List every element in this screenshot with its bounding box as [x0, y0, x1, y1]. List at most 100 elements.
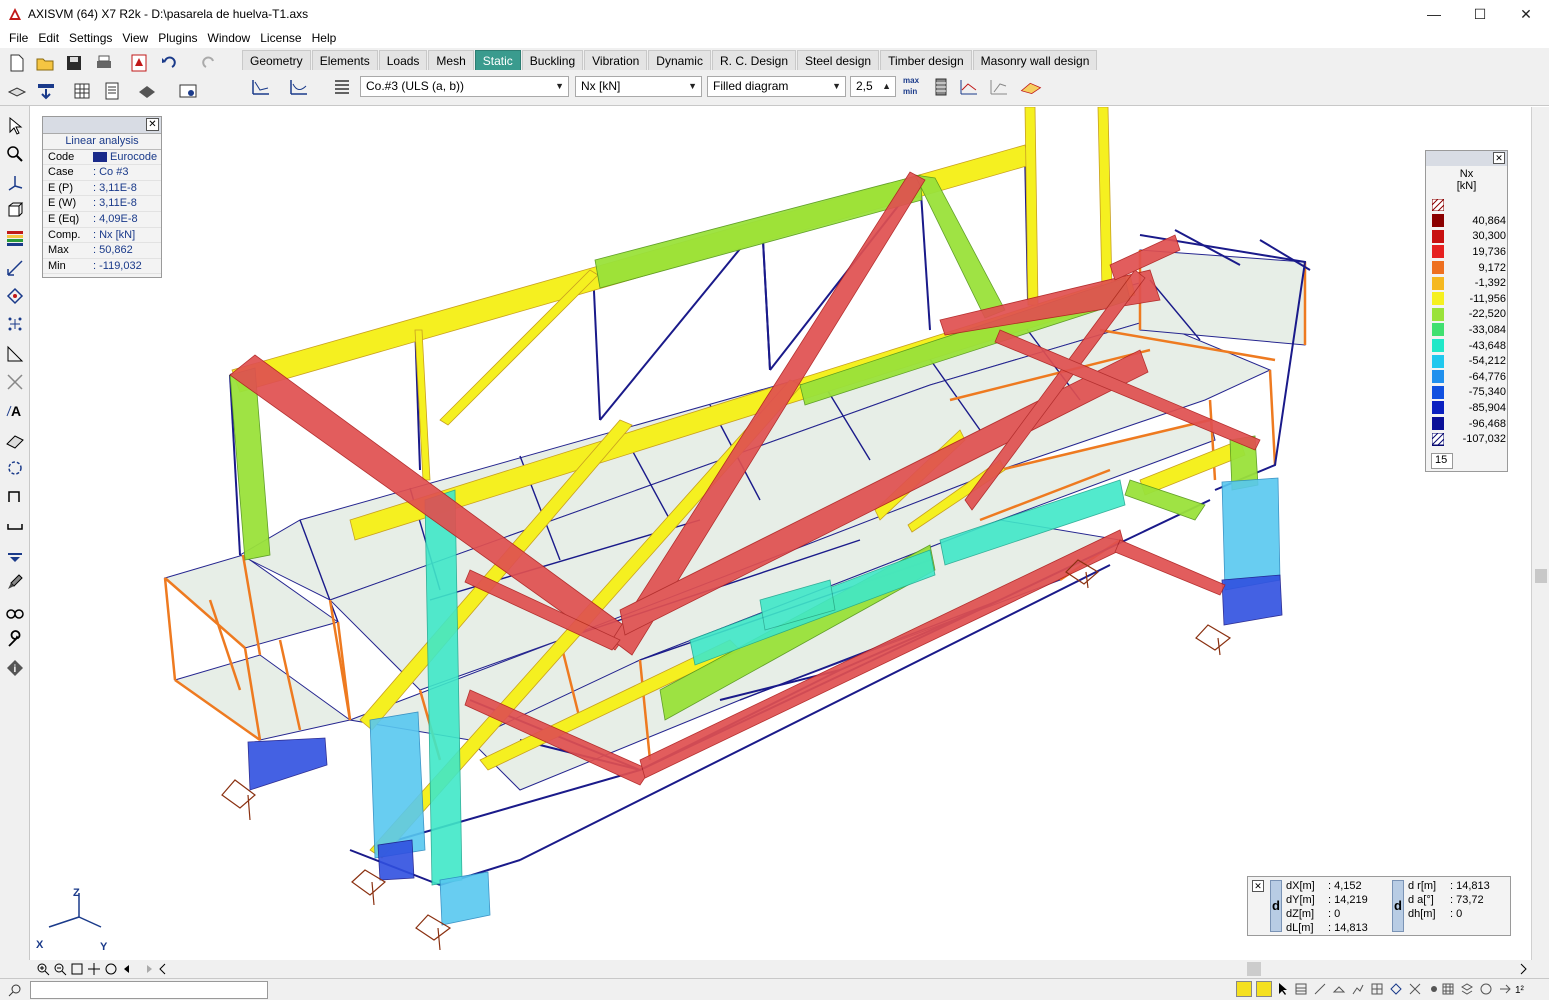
menu-view[interactable]: View: [117, 31, 153, 45]
redo-view-icon[interactable]: [141, 962, 155, 976]
measure-icon[interactable]: [5, 344, 25, 364]
display-mode-select[interactable]: Filled diagram ▼: [707, 76, 846, 97]
load-case-select[interactable]: Co.#3 (ULS (a, b)) ▼: [360, 76, 569, 97]
list-icon[interactable]: [331, 76, 353, 98]
search-icon[interactable]: [8, 983, 22, 997]
coordinate-axes-icon[interactable]: [5, 172, 25, 192]
diagram-linear-icon[interactable]: [250, 76, 272, 98]
command-search-input[interactable]: [30, 981, 268, 999]
color-legend-panel[interactable]: ✕ Nx [kN] 40,864 30,300 19,736 9,172 -1,392 -…: [1425, 150, 1508, 472]
orbit-icon[interactable]: [1479, 982, 1493, 996]
menu-license[interactable]: License: [255, 31, 306, 45]
model-viewport[interactable]: Z X Y: [31, 107, 1531, 960]
surface-3d-icon[interactable]: [1020, 76, 1042, 98]
select-arrow-icon[interactable]: [5, 116, 25, 136]
tab-rc-design[interactable]: R. C. Design: [711, 50, 797, 70]
close-button[interactable]: ✕: [1503, 0, 1549, 28]
units-icon[interactable]: 1²: [1514, 982, 1534, 996]
vertical-scrollbar[interactable]: [1531, 107, 1549, 960]
pdf-icon[interactable]: [128, 52, 150, 74]
diagram-curve-icon[interactable]: [288, 76, 310, 98]
grid-snap-icon[interactable]: [5, 314, 25, 334]
close-icon[interactable]: ✕: [146, 118, 159, 131]
undo-icon[interactable]: [158, 52, 180, 74]
maximize-button[interactable]: ☐: [1457, 0, 1503, 28]
snap-settings-icon[interactable]: [1427, 982, 1441, 996]
section-lines-icon[interactable]: [988, 76, 1010, 98]
snap-node-toggle[interactable]: [1236, 981, 1252, 997]
color-legend-icon[interactable]: [930, 76, 952, 98]
menu-settings[interactable]: Settings: [64, 31, 117, 45]
tab-steel-design[interactable]: Steel design: [797, 50, 880, 70]
tab-dynamic[interactable]: Dynamic: [648, 50, 711, 70]
scroll-right-icon[interactable]: [1518, 963, 1528, 975]
menu-edit[interactable]: Edit: [33, 31, 64, 45]
view-cube-icon[interactable]: [5, 200, 25, 220]
close-icon[interactable]: ✕: [1493, 152, 1505, 164]
pan-icon[interactable]: [87, 962, 101, 976]
tab-static[interactable]: Static: [474, 50, 521, 70]
horizontal-scrollbar-thumb[interactable]: [1247, 962, 1261, 976]
rotate-icon[interactable]: [5, 458, 25, 478]
layers-icon[interactable]: [6, 80, 28, 102]
zoom-icon[interactable]: [5, 144, 25, 164]
workplane-icon[interactable]: [1332, 982, 1346, 996]
report-icon[interactable]: [101, 80, 123, 102]
wrench-icon[interactable]: [5, 630, 25, 650]
scale-stepper[interactable]: 2,5 ▲: [850, 76, 896, 97]
node-edit-icon[interactable]: [5, 286, 25, 306]
tab-vibration[interactable]: Vibration: [584, 50, 648, 70]
new-file-icon[interactable]: [6, 52, 28, 74]
save-icon[interactable]: [63, 52, 85, 74]
close-icon[interactable]: ✕: [1252, 880, 1264, 892]
relative-coords-toggle[interactable]: d: [1270, 880, 1282, 932]
plane-section-icon[interactable]: [5, 430, 25, 450]
arrow-right-icon[interactable]: [1498, 982, 1512, 996]
polar-coords-toggle[interactable]: d: [1392, 880, 1404, 932]
tab-buckling[interactable]: Buckling: [521, 50, 584, 70]
frame-edit-icon[interactable]: [5, 486, 25, 506]
tab-mesh[interactable]: Mesh: [428, 50, 474, 70]
minimize-button[interactable]: —: [1411, 0, 1457, 28]
scrollbar-thumb[interactable]: [1535, 569, 1547, 583]
tab-masonry-wall-design[interactable]: Masonry wall design: [972, 50, 1098, 70]
print-icon[interactable]: [93, 52, 115, 74]
menu-file[interactable]: File: [4, 31, 33, 45]
tab-loads[interactable]: Loads: [378, 50, 428, 70]
undo-view-icon[interactable]: [121, 962, 135, 976]
menu-help[interactable]: Help: [307, 31, 342, 45]
menu-plugins[interactable]: Plugins: [153, 31, 202, 45]
snap-grid-toggle[interactable]: [1256, 981, 1272, 997]
tab-geometry[interactable]: Geometry: [242, 50, 311, 70]
sections-icon[interactable]: [1313, 982, 1327, 996]
component-select[interactable]: Nx [kN] ▼: [575, 76, 702, 97]
support-icon[interactable]: [5, 544, 25, 564]
scroll-left-icon[interactable]: [158, 963, 168, 975]
redo-icon[interactable]: [198, 52, 220, 74]
dimension-icon[interactable]: [5, 258, 25, 278]
text-label-icon[interactable]: A: [5, 400, 25, 420]
grid-icon[interactable]: [1370, 982, 1384, 996]
table-icon[interactable]: [1294, 982, 1308, 996]
load-values-icon[interactable]: [35, 80, 57, 102]
binoculars-icon[interactable]: [5, 602, 25, 622]
brush-icon[interactable]: [5, 572, 25, 592]
table-browser-icon[interactable]: [71, 80, 93, 102]
max-min-button[interactable]: max min: [903, 75, 927, 99]
info-icon[interactable]: i: [5, 658, 25, 678]
zoom-in-icon[interactable]: [36, 962, 50, 976]
guide-lines-icon[interactable]: [1408, 982, 1422, 996]
view-export-icon[interactable]: [177, 80, 199, 102]
zoom-fit-icon[interactable]: [70, 962, 84, 976]
tab-elements[interactable]: Elements: [311, 50, 378, 70]
node-snap-icon[interactable]: [1389, 982, 1403, 996]
cursor-icon[interactable]: [1276, 982, 1290, 996]
color-palette-icon[interactable]: [5, 228, 25, 248]
display-options-icon[interactable]: [136, 80, 158, 102]
menu-window[interactable]: Window: [203, 31, 256, 45]
section-diagram-icon[interactable]: [958, 76, 980, 98]
legend-color-count-input[interactable]: 15: [1431, 453, 1453, 469]
cross-section-icon[interactable]: [5, 372, 25, 392]
graph-icon[interactable]: [1351, 982, 1365, 996]
layer-icon[interactable]: [1460, 982, 1474, 996]
